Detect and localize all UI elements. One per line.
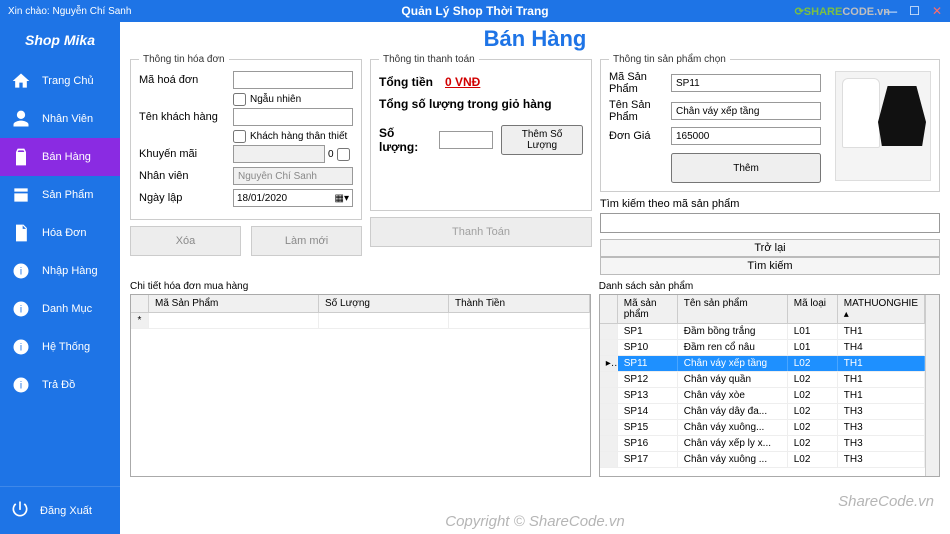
payment-fieldset: Thông tin thanh toán Tổng tiền0 VNĐ Tổng… — [370, 54, 592, 211]
scrollbar[interactable] — [925, 295, 939, 476]
table-row[interactable]: * — [131, 313, 590, 329]
pay-button[interactable]: Thanh Toán — [370, 217, 592, 247]
nav-icon — [10, 184, 32, 206]
welcome-text: Xin chào: Nguyễn Chí Sanh — [8, 6, 131, 17]
back-button[interactable]: Trở lại — [600, 239, 940, 257]
nav-icon — [10, 108, 32, 130]
calendar-icon: ▦▾ — [335, 193, 349, 204]
brand: Shop Mika — [0, 22, 120, 62]
detail-legend: Chi tiết hóa đơn mua hàng — [130, 281, 591, 292]
add-quantity-button[interactable]: Thêm Số Lượng — [501, 125, 583, 155]
table-row[interactable]: SP17Chân váy xuông ...L02TH3 — [600, 452, 925, 468]
nav-icon: i — [10, 298, 32, 320]
sidebar-item-6[interactable]: iDanh Mục — [0, 290, 120, 328]
loyal-checkbox[interactable] — [233, 130, 246, 143]
product-code-input[interactable] — [671, 74, 821, 92]
promo-input[interactable] — [233, 145, 325, 163]
titlebar: Xin chào: Nguyễn Chí Sanh Quản Lý Shop T… — [0, 0, 950, 22]
sidebar: Shop Mika Trang ChủNhân ViênBán HàngSản … — [0, 22, 120, 534]
sort-asc-icon[interactable]: ▴ — [844, 309, 849, 320]
selected-product-fieldset: Thông tin sản phẩm chọn Mã Sản Phẩm Tên … — [600, 54, 940, 192]
table-row[interactable]: SP15Chân váy xuông...L02TH3 — [600, 420, 925, 436]
page-title: Bán Hàng — [130, 22, 940, 54]
table-row[interactable]: SP16Chân váy xếp ly x...L02TH3 — [600, 436, 925, 452]
product-image — [835, 71, 931, 181]
product-list-legend: Danh sách sản phẩm — [599, 281, 940, 292]
sidebar-item-7[interactable]: iHệ Thống — [0, 328, 120, 366]
search-label: Tìm kiếm theo mã sản phẩm — [600, 198, 940, 210]
promo-checkbox[interactable] — [337, 148, 350, 161]
sidebar-item-4[interactable]: Hóa Đơn — [0, 214, 120, 252]
sharecode-logo: ⟳SHARECODE.vn — [795, 5, 890, 18]
sidebar-item-5[interactable]: iNhập Hàng — [0, 252, 120, 290]
refresh-button[interactable]: Làm mới — [251, 226, 362, 256]
product-name-input[interactable] — [671, 102, 821, 120]
svg-text:i: i — [20, 342, 22, 353]
product-list-grid[interactable]: Mã sản phẩm Tên sản phẩm Mã loại MATHUON… — [599, 294, 940, 477]
watermark: Copyright © ShareCode.vn — [445, 513, 624, 530]
invoice-fieldset: Thông tin hóa đơn Mã hoá đơn Ngẫu nhiên … — [130, 54, 362, 220]
sidebar-item-8[interactable]: iTrả Đồ — [0, 366, 120, 404]
add-product-button[interactable]: Thêm — [671, 153, 821, 183]
sidebar-item-2[interactable]: Bán Hàng — [0, 138, 120, 176]
watermark: ShareCode.vn — [838, 493, 934, 510]
sidebar-item-1[interactable]: Nhân Viên — [0, 100, 120, 138]
nav-icon: i — [10, 260, 32, 282]
close-icon[interactable]: ✕ — [932, 4, 942, 18]
delete-button[interactable]: Xóa — [130, 226, 241, 256]
invoice-detail-grid[interactable]: Mã Sản Phẩm Số Lượng Thành Tiền * — [130, 294, 591, 477]
nav-icon — [10, 146, 32, 168]
total-value: 0 VNĐ — [445, 75, 480, 89]
table-row[interactable]: SP1Đầm bồng trắngL01TH1 — [600, 324, 925, 340]
customer-name-input[interactable] — [233, 108, 353, 126]
maximize-icon[interactable]: ☐ — [909, 4, 920, 18]
svg-text:i: i — [20, 304, 22, 315]
quantity-input[interactable] — [439, 131, 493, 149]
search-input[interactable] — [600, 213, 940, 233]
table-row[interactable]: SP14Chân váy dây đa...L02TH3 — [600, 404, 925, 420]
logout-button[interactable]: Đăng Xuất — [0, 486, 120, 534]
table-row[interactable]: SP10Đầm ren cổ nâuL01TH4 — [600, 340, 925, 356]
nav-icon — [10, 70, 32, 92]
date-picker[interactable]: 18/01/2020▦▾ — [233, 189, 353, 207]
table-row[interactable]: ▸SP11Chân váy xếp tầngL02TH1 — [600, 356, 925, 372]
product-price-input[interactable] — [671, 127, 821, 145]
power-icon — [10, 499, 30, 522]
search-button[interactable]: Tìm kiếm — [600, 257, 940, 275]
nav-icon — [10, 222, 32, 244]
app-title: Quản Lý Shop Thời Trang — [401, 4, 548, 18]
svg-text:i: i — [20, 266, 22, 277]
sidebar-item-3[interactable]: Sản Phẩm — [0, 176, 120, 214]
staff-input — [233, 167, 353, 185]
random-checkbox[interactable] — [233, 93, 246, 106]
sidebar-item-0[interactable]: Trang Chủ — [0, 62, 120, 100]
table-row[interactable]: SP13Chân váy xòeL02TH1 — [600, 388, 925, 404]
svg-text:i: i — [20, 380, 22, 391]
table-row[interactable]: SP12Chân váy quầnL02TH1 — [600, 372, 925, 388]
nav-icon: i — [10, 336, 32, 358]
nav-icon: i — [10, 374, 32, 396]
invoice-code-input[interactable] — [233, 71, 353, 89]
